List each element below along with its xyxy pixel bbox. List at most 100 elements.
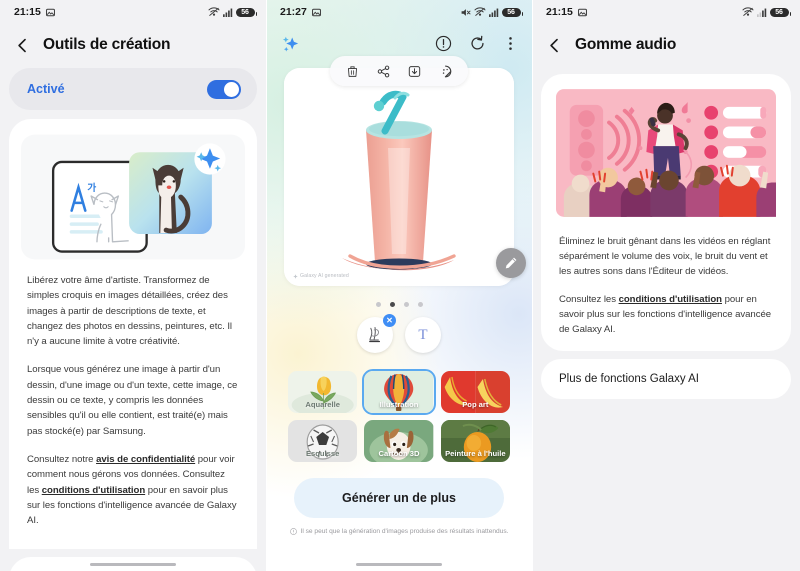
app-bar: Gomme audio [532, 24, 800, 68]
more-options-icon[interactable] [503, 35, 518, 52]
app-bar: Outils de création [0, 24, 266, 68]
feature-toggle-row[interactable]: Activé [9, 68, 257, 110]
back-arrow-icon[interactable] [14, 37, 31, 54]
generation-disclaimer: Il se peut que la génération d'images pr… [278, 527, 520, 536]
more-features-list: Plus de fonctions Galaxy AI [541, 359, 791, 399]
paragraph-intro: Libérez votre âme d'artiste. Transformez… [27, 275, 233, 348]
sketch-icon [369, 327, 380, 343]
gallery-icon [577, 8, 587, 16]
style-option-peinture-a-lhuile[interactable]: Peinture à l'huile [440, 420, 510, 462]
audio-eraser-illustration [541, 88, 791, 218]
generated-image[interactable] [284, 68, 514, 286]
wifi-icon [208, 7, 220, 16]
signal-bars-icon [757, 8, 767, 17]
list-item-more-galaxy-ai-features[interactable]: Plus de fonctions Galaxy AI [559, 359, 773, 399]
paragraph-description: Éliminez le bruit gênant dans les vidéos… [559, 236, 771, 277]
wifi-icon [742, 7, 754, 16]
page-title: Gomme audio [575, 36, 677, 53]
style-label: Aquarelle [305, 400, 340, 409]
sparkle-watermark-icon [293, 273, 298, 279]
edit-image-button[interactable] [496, 248, 526, 278]
battery-indicator: 56 [770, 7, 791, 17]
description-card: 가 Libérez votre âme d'artiste. Transform… [9, 119, 257, 549]
ai-sparkle-icon[interactable] [282, 35, 299, 52]
history-icon[interactable] [469, 35, 486, 52]
panel-divider-1 [266, 0, 267, 571]
style-option-pop-art[interactable]: Pop art [440, 371, 510, 413]
generate-more-button[interactable]: Générer un de plus [294, 478, 504, 518]
sketch-thumbnail-chip[interactable]: ✕ [357, 314, 396, 353]
style-option-esquisse[interactable]: Esquisse [288, 420, 358, 462]
description-text: Libérez votre âme d'artiste. Transformez… [9, 269, 257, 528]
screenshot-root: 21:15 56 Outils de création Activé 가 Lib… [0, 0, 800, 571]
panel-divider-2 [532, 0, 533, 571]
enable-switch[interactable] [207, 79, 241, 99]
page-dot-4[interactable] [417, 302, 423, 307]
screen-image-generator: 21:27 56 Galaxy AI generated ✕ T Aquarel… [266, 0, 532, 571]
page-title: Outils de création [43, 36, 171, 53]
status-bar: 21:15 56 [0, 0, 266, 24]
concert-scene-graphic [556, 89, 776, 217]
page-dot-2-active[interactable] [389, 302, 395, 307]
terms-of-use-link[interactable]: conditions d'utilisation [619, 294, 722, 305]
paragraph-privacy: Lorsque vous générez une image à partir … [27, 364, 238, 437]
wifi-icon [474, 7, 486, 16]
navigation-pill [356, 563, 442, 566]
watermark-label: Galaxy AI generated [300, 273, 349, 279]
style-option-cartoon-3d[interactable]: Cartoon 3D [364, 420, 434, 462]
signal-bars-icon [223, 8, 233, 17]
ai-watermark: Galaxy AI generated [293, 273, 349, 279]
privacy-notice-link[interactable]: avis de confidentialité [96, 454, 195, 465]
status-bar: 21:15 56 [532, 0, 800, 24]
style-label: Cartoon 3D [378, 449, 420, 458]
paragraph-links: Consultez notre avis de confidentialité … [27, 452, 239, 528]
warning-info-icon [289, 528, 297, 535]
remove-sketch-icon[interactable]: ✕ [383, 314, 396, 327]
share-icon[interactable] [377, 65, 390, 78]
paragraph-terms: Consultez les conditions d'utilisation p… [559, 292, 773, 337]
sticker-icon[interactable] [439, 65, 452, 78]
page-dot-3[interactable] [403, 302, 409, 307]
smoothie-illustration [284, 68, 514, 286]
gallery-icon [45, 8, 55, 16]
pencil-icon [505, 257, 517, 269]
text-tool-chip[interactable]: T [405, 317, 441, 353]
page-dot-1[interactable] [375, 302, 381, 307]
sketch-to-image-graphic: 가 [21, 134, 245, 260]
info-icon[interactable] [435, 35, 452, 52]
signal-bars-icon [489, 8, 499, 17]
battery-indicator: 56 [236, 7, 257, 17]
style-label: Illustration [379, 400, 419, 409]
gallery-icon [311, 8, 321, 16]
disclaimer-text: Il se peut que la génération d'images pr… [300, 528, 509, 535]
navigation-pill [90, 563, 176, 566]
audio-eraser-card: Éliminez le bruit gênant dans les vidéos… [541, 74, 791, 351]
page-indicator [266, 302, 532, 307]
switch-knob [224, 81, 239, 97]
mute-icon [461, 8, 471, 16]
audio-eraser-description: Éliminez le bruit gênant dans les vidéos… [541, 218, 791, 337]
status-clock: 21:15 [14, 6, 41, 18]
back-arrow-icon[interactable] [546, 37, 563, 54]
image-canvas-area: Galaxy AI generated [284, 56, 526, 286]
source-inputs-row: ✕ T [266, 314, 532, 353]
svg-text:가: 가 [87, 181, 96, 194]
status-clock: 21:15 [546, 6, 573, 18]
toggle-label: Activé [27, 82, 65, 96]
style-option-illustration[interactable]: Illustration [362, 369, 436, 415]
style-label: Pop art [462, 400, 489, 409]
link-text-before: Consultez notre [27, 453, 97, 465]
status-clock: 21:27 [280, 6, 307, 18]
style-label: Peinture à l'huile [445, 449, 506, 458]
terms-of-use-link[interactable]: conditions d'utilisation [42, 485, 145, 496]
terms-text-before: Consultez les [559, 294, 619, 305]
style-option-aquarelle[interactable]: Aquarelle [288, 371, 358, 413]
download-icon[interactable] [408, 65, 421, 78]
screen-audio-eraser: 21:15 56 Gomme audio Éliminez le bruit g… [532, 0, 800, 571]
status-bar: 21:27 56 [266, 0, 532, 24]
creation-tools-illustration: 가 [9, 119, 257, 269]
delete-icon[interactable] [346, 65, 359, 78]
style-picker-grid: Aquarelle Illustration Pop art Esquisse … [288, 369, 510, 462]
battery-indicator: 56 [502, 7, 523, 17]
screen-creation-tools: 21:15 56 Outils de création Activé 가 Lib… [0, 0, 266, 571]
